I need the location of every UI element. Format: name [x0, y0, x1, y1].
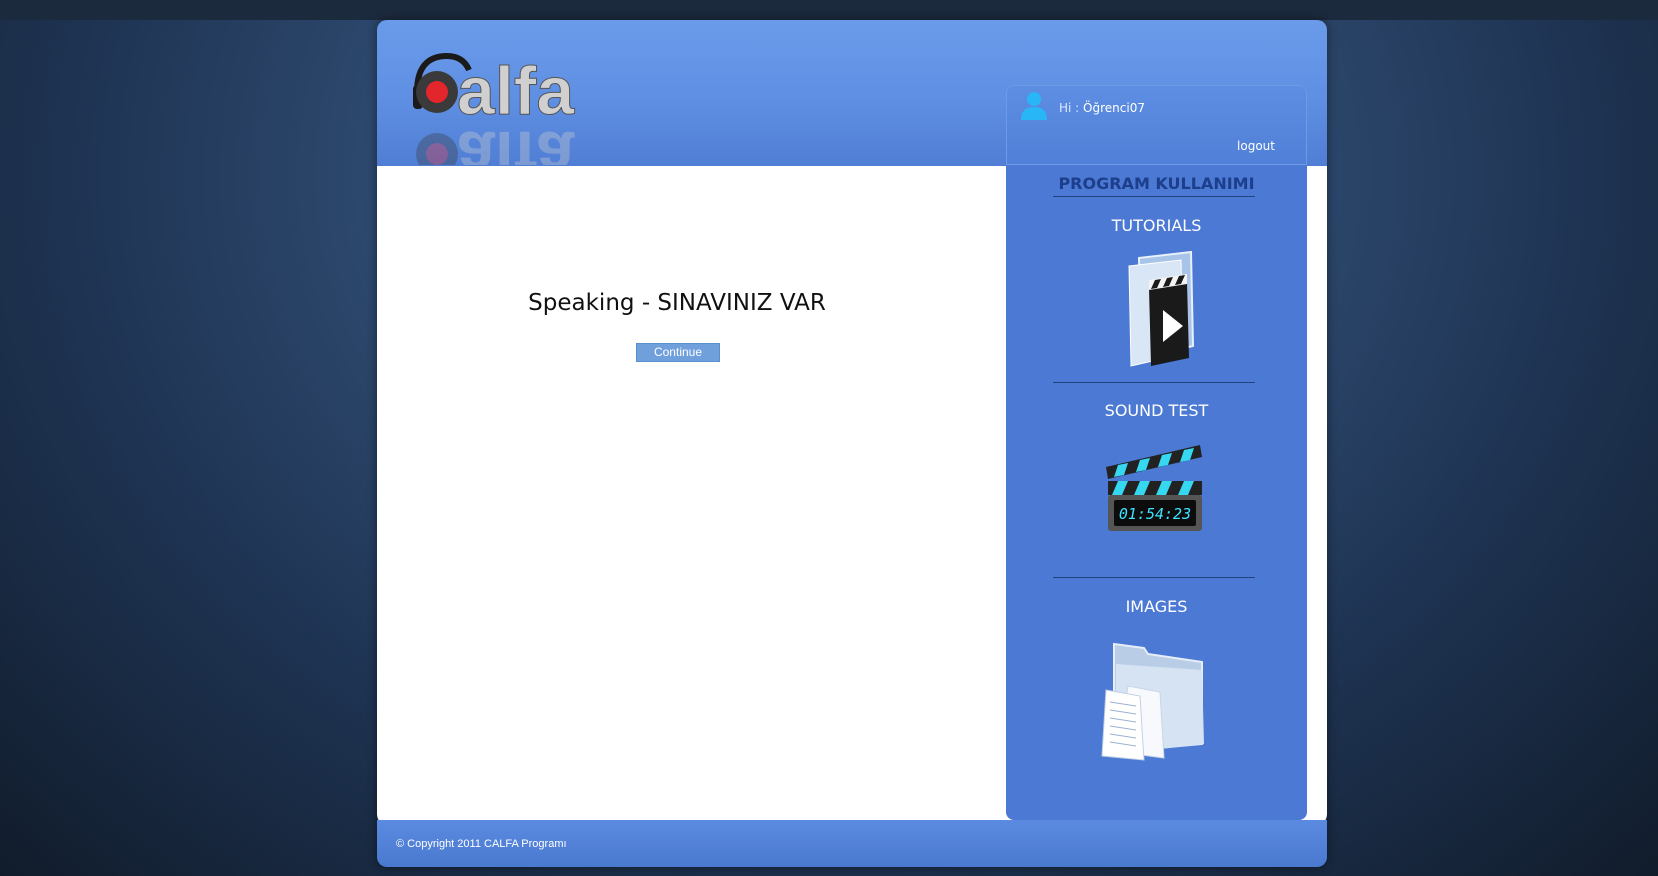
divider — [1053, 196, 1255, 197]
calfa-logo: alfa alfa — [413, 53, 576, 165]
divider — [1053, 577, 1255, 578]
sound-test-label: SOUND TEST — [1104, 401, 1209, 420]
images-label: IMAGES — [1125, 597, 1188, 616]
images-folder-icon[interactable] — [1098, 640, 1210, 762]
svg-text:alfa: alfa — [457, 117, 575, 165]
continue-button[interactable]: Continue — [636, 343, 720, 362]
user-greeting: Hi : Öğrenci07 — [1059, 101, 1145, 115]
sidebar: Hi : Öğrenci07 logout PROGRAM KULLANIMI … — [1006, 85, 1307, 820]
greeting-prefix: Hi : — [1059, 101, 1080, 115]
tutorials-label: TUTORIALS — [1111, 216, 1202, 235]
timer-readout: 01:54:23 — [1119, 505, 1191, 523]
app-frame: alfa alfa Speaking - SINAVINIZ VAR Conti… — [377, 20, 1327, 867]
user-icon — [1021, 92, 1047, 120]
top-band — [0, 0, 1658, 20]
divider — [1053, 382, 1255, 383]
user-box: Hi : Öğrenci07 logout — [1006, 85, 1307, 165]
copyright-text: © Copyright 2011 CALFA Programı — [396, 838, 567, 850]
tutorial-video-icon[interactable] — [1111, 250, 1203, 368]
page-title: Speaking - SINAVINIZ VAR — [528, 290, 826, 316]
sidebar-title: PROGRAM KULLANIMI — [1058, 174, 1255, 193]
footer: © Copyright 2011 CALFA Programı — [377, 820, 1327, 867]
username: Öğrenci07 — [1083, 101, 1145, 115]
clapperboard-icon[interactable]: 01:54:23 — [1104, 437, 1208, 533]
logout-link[interactable]: logout — [1237, 139, 1275, 153]
